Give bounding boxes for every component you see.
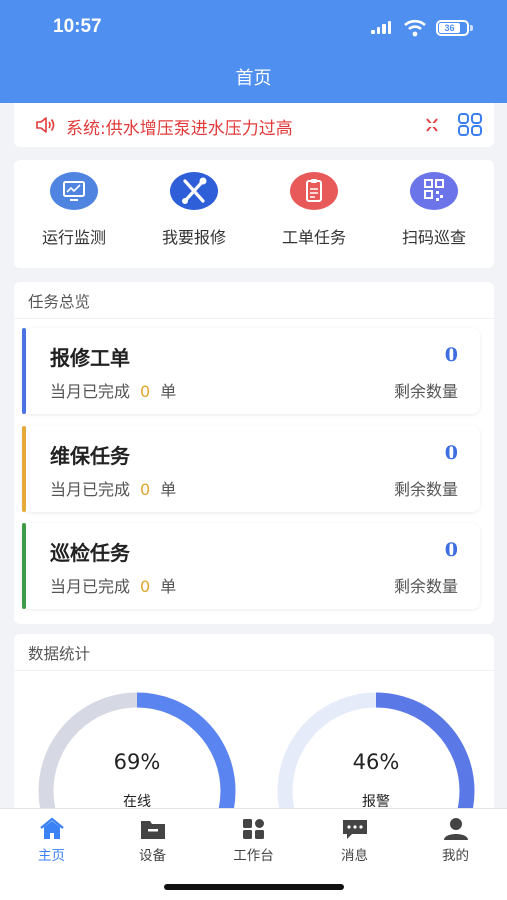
- tab-label: 主页: [38, 848, 65, 864]
- tab-label: 设备: [139, 848, 166, 864]
- signal-icon: [371, 21, 391, 34]
- tab-home[interactable]: 主页: [1, 809, 102, 869]
- close-notice-icon[interactable]: [425, 114, 439, 136]
- section-title: 任务总览: [28, 293, 91, 311]
- status-bar: 10:57 36: [0, 0, 507, 56]
- unit-label: 单: [160, 577, 177, 596]
- remaining-label: 剩余数量: [393, 480, 458, 499]
- completed-label: 当月已完成: [50, 577, 131, 596]
- task-card-inspection[interactable]: 巡检任务 0 当月已完成 0 单 剩余数量: [22, 523, 480, 609]
- tab-label: 消息: [341, 848, 368, 864]
- task-card-maintenance[interactable]: 维保任务 0 当月已完成 0 单 剩余数量: [22, 426, 480, 512]
- task-name: 报修工单: [50, 346, 130, 370]
- page-title: 首页: [235, 68, 272, 89]
- wrench-icon: [170, 172, 218, 210]
- unit-label: 单: [160, 480, 177, 499]
- gauge-percent: 46%: [352, 750, 400, 774]
- quick-action-label: 我要报修: [161, 228, 226, 247]
- status-time: 10:57: [53, 16, 102, 37]
- completed-count: 0: [140, 577, 151, 596]
- section-title: 数据统计: [28, 645, 91, 663]
- grid-menu-icon[interactable]: [457, 113, 483, 137]
- qr-code-icon: [410, 172, 458, 210]
- unit-label: 单: [160, 382, 177, 401]
- tab-profile[interactable]: 我的: [405, 809, 506, 869]
- remaining-count: 0: [444, 344, 458, 366]
- card-accent: [22, 523, 26, 609]
- task-name: 巡检任务: [50, 541, 130, 565]
- quick-action-repair[interactable]: 我要报修: [134, 160, 254, 268]
- quick-action-label: 工单任务: [281, 228, 346, 247]
- quick-action-work-order[interactable]: 工单任务: [254, 160, 374, 268]
- divider: [14, 318, 494, 319]
- remaining-label: 剩余数量: [393, 382, 458, 401]
- tab-workbench[interactable]: 工作台: [203, 809, 304, 869]
- card-accent: [22, 328, 26, 414]
- speaker-icon: [36, 117, 55, 133]
- tab-devices[interactable]: 设备: [102, 809, 203, 869]
- monitor-icon: [50, 172, 98, 210]
- battery-cap: [470, 25, 473, 31]
- home-icon: [40, 817, 64, 839]
- tab-label: 工作台: [233, 848, 274, 864]
- workbench-icon: [243, 819, 264, 839]
- card-accent: [22, 426, 26, 512]
- completed-line: 当月已完成 0 单: [50, 573, 176, 597]
- completed-line: 当月已完成 0 单: [50, 476, 176, 500]
- quick-action-scan[interactable]: 扫码巡查: [374, 160, 494, 268]
- tab-label: 我的: [442, 848, 469, 864]
- divider: [14, 670, 494, 671]
- user-icon: [444, 818, 468, 840]
- remaining-count: 0: [444, 442, 458, 464]
- completed-line: 当月已完成 0 单: [50, 378, 176, 402]
- clipboard-icon: [290, 172, 338, 210]
- notice-text: 系统:供水增压泵进水压力过高: [66, 119, 293, 139]
- battery-level: 36: [439, 23, 460, 33]
- completed-count: 0: [140, 382, 151, 401]
- battery-icon: 36: [436, 20, 469, 36]
- remaining-label: 剩余数量: [393, 577, 458, 596]
- message-icon: [343, 820, 367, 839]
- tab-messages[interactable]: 消息: [304, 809, 405, 869]
- completed-count: 0: [140, 480, 151, 499]
- task-overview-section: 任务总览 报修工单 0 当月已完成 0 单 剩余数量 维保任务 0 当月已完成 0 单 …: [14, 282, 494, 624]
- quick-action-monitor[interactable]: 运行监测: [14, 160, 134, 268]
- quick-actions: 运行监测 我要报修 工单任务 扫码巡查: [14, 160, 494, 268]
- completed-label: 当月已完成: [50, 382, 131, 401]
- header: 10:57 36 首页: [0, 0, 507, 103]
- task-card-repair[interactable]: 报修工单 0 当月已完成 0 单 剩余数量: [22, 328, 480, 414]
- quick-action-label: 扫码巡查: [401, 228, 466, 247]
- task-name: 维保任务: [50, 444, 130, 468]
- wifi-icon: [404, 19, 426, 37]
- quick-action-label: 运行监测: [41, 228, 106, 247]
- notice-bar[interactable]: 系统:供水增压泵进水压力过高: [14, 103, 494, 147]
- folder-icon: [141, 821, 165, 839]
- home-indicator: [164, 884, 344, 890]
- completed-label: 当月已完成: [50, 480, 131, 499]
- gauge-percent: 69%: [113, 750, 161, 774]
- remaining-count: 0: [444, 539, 458, 561]
